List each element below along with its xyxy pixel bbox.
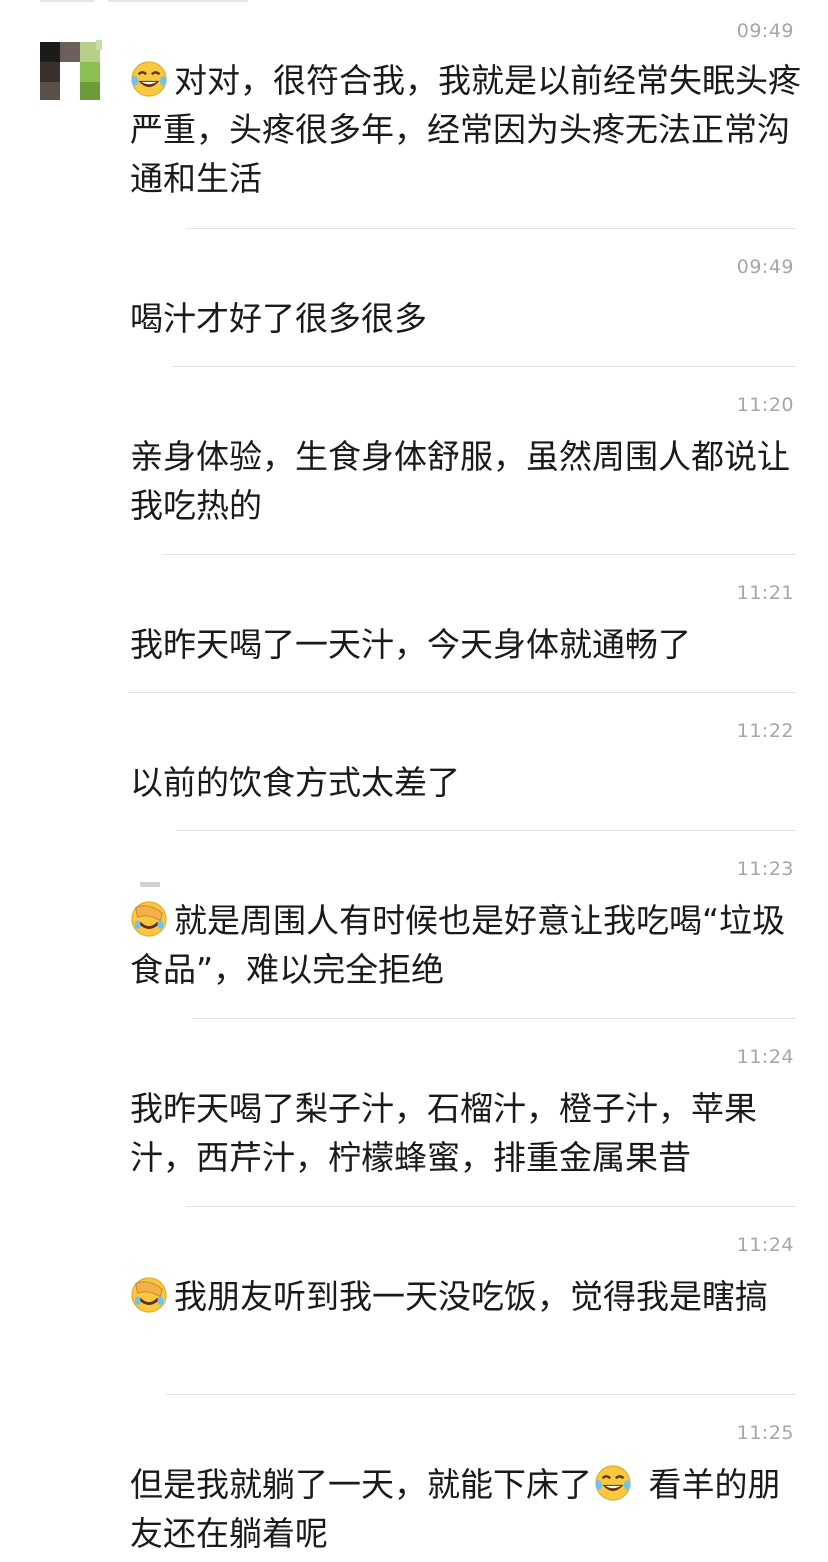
message-time: 11:24	[736, 1234, 794, 1256]
top-divider-stub	[108, 0, 248, 2]
top-divider-stub	[40, 0, 95, 2]
message-text: 就是周围人有时候也是好意让我吃喝“垃圾食品”，难以完全拒绝	[130, 896, 810, 994]
message-time: 11:24	[736, 1046, 794, 1068]
message-body: 我昨天喝了一天汁，今天身体就通畅了	[130, 625, 691, 664]
message-divider	[172, 366, 796, 367]
avatar[interactable]	[40, 40, 102, 102]
message-body: 就是周围人有时候也是好意让我吃喝“垃圾食品”，难以完全拒绝	[130, 901, 786, 989]
message-text: 我昨天喝了一天汁，今天身体就通畅了	[130, 620, 810, 669]
laugh-tears-emoji-icon	[595, 1465, 631, 1501]
message-body: 以前的饮食方式太差了	[130, 763, 460, 802]
message-time: 09:49	[736, 256, 794, 278]
message-text: 我朋友听到我一天没吃饭，觉得我是瞎搞	[130, 1272, 810, 1321]
laugh-tears-emoji-icon	[131, 61, 167, 97]
message-text: 对对，很符合我，我就是以前经常失眠头疼严重，头疼很多年，经常因为头疼无法正常沟通…	[130, 56, 810, 203]
message-body-part: 但是我就躺了一天，就能下床了	[130, 1465, 592, 1504]
message-divider	[128, 692, 796, 693]
message-divider	[186, 1206, 796, 1207]
message-time: 11:22	[736, 720, 794, 742]
message-time: 11:25	[736, 1422, 794, 1444]
message-text: 喝汁才好了很多很多	[130, 294, 810, 343]
message-text: 我昨天喝了梨子汁，石榴汁，橙子汁，苹果汁，西芹汁，柠檬蜂蜜，排重金属果昔	[130, 1084, 810, 1182]
message-divider	[166, 1394, 796, 1395]
facepalm-emoji-icon	[131, 901, 167, 937]
message-divider	[192, 1018, 796, 1019]
message-body: 亲身体验，生食身体舒服，虽然周围人都说让我吃热的	[130, 437, 790, 525]
message-body: 我朋友听到我一天没吃饭，觉得我是瞎搞	[174, 1277, 768, 1316]
message-body: 我昨天喝了梨子汁，石榴汁，橙子汁，苹果汁，西芹汁，柠檬蜂蜜，排重金属果昔	[130, 1089, 757, 1177]
grey-mark	[140, 882, 160, 887]
message-divider	[186, 228, 796, 229]
message-text: 以前的饮食方式太差了	[130, 758, 810, 807]
message-time: 11:20	[736, 394, 794, 416]
message-text: 亲身体验，生食身体舒服，虽然周围人都说让我吃热的	[130, 432, 810, 530]
message-time: 11:23	[736, 858, 794, 880]
message-divider	[176, 830, 796, 831]
facepalm-emoji-icon	[131, 1277, 167, 1313]
message-body: 喝汁才好了很多很多	[130, 299, 427, 338]
message-body: 对对，很符合我，我就是以前经常失眠头疼严重，头疼很多年，经常因为头疼无法正常沟通…	[130, 61, 801, 198]
message-time: 09:49	[736, 20, 794, 42]
message-divider	[162, 554, 796, 555]
message-text: 但是我就躺了一天，就能下床了 看羊的朋友还在躺着呢	[130, 1460, 810, 1558]
message-time: 11:21	[736, 582, 794, 604]
